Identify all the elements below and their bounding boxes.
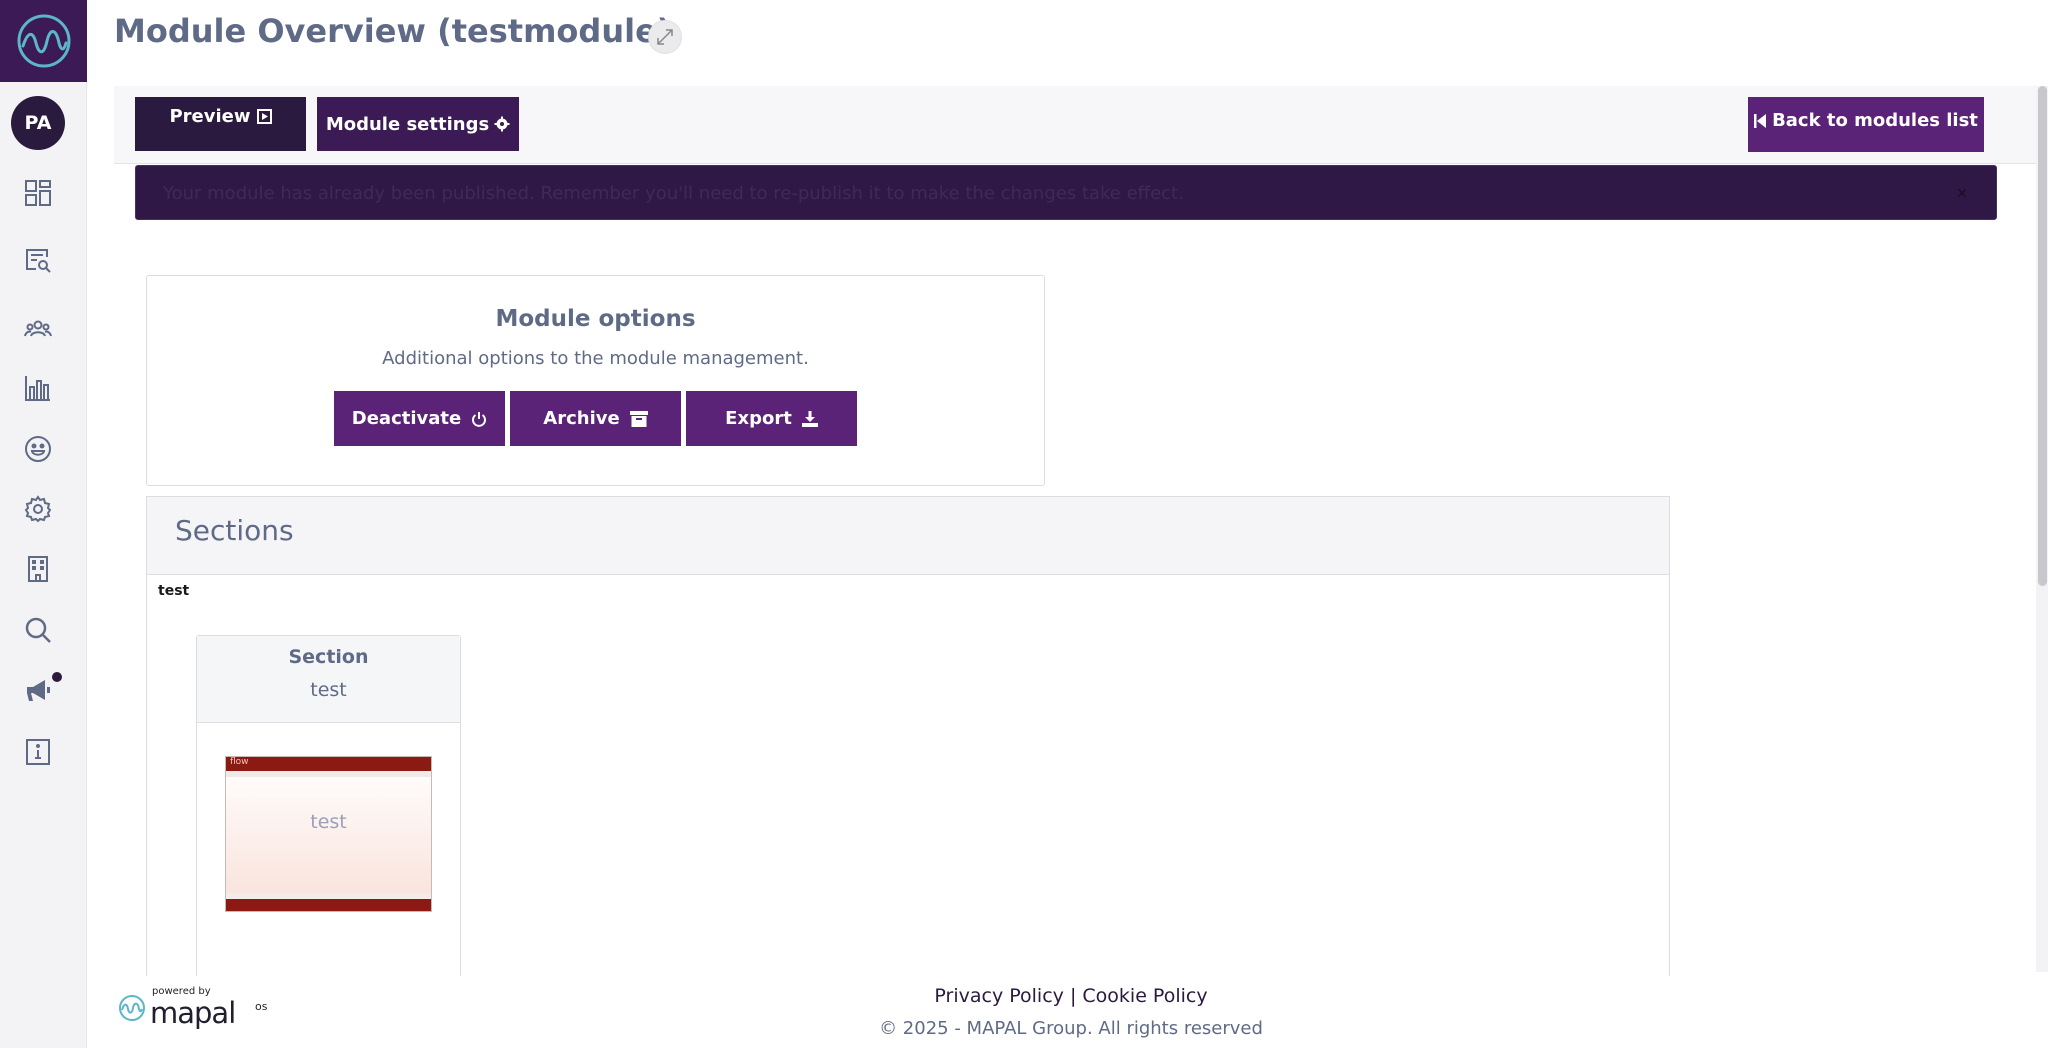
avatar[interactable]: PA xyxy=(11,96,65,150)
thumbnail-subbar xyxy=(226,771,431,777)
sections-panel: Sections test Section test flow test xyxy=(146,496,1670,976)
thumbnail-bottombar xyxy=(226,899,431,911)
copyright: © 2025 - MAPAL Group. All rights reserve… xyxy=(879,1018,1263,1039)
thumbnail-topbar: flow xyxy=(226,757,431,771)
gear-icon[interactable] xyxy=(22,493,54,525)
chart-icon[interactable] xyxy=(22,372,54,404)
dashboard-icon[interactable] xyxy=(22,177,54,209)
expand-icon[interactable] xyxy=(648,20,682,54)
footer-links: Privacy Policy | Cookie Policy xyxy=(0,985,2048,1007)
preview-button[interactable]: Preview xyxy=(135,97,306,151)
notice-text: Your module has already been published. … xyxy=(163,183,1184,204)
section-card[interactable]: Section test flow test xyxy=(196,635,461,976)
module-options-card: Module options Additional options to the… xyxy=(146,275,1045,486)
deactivate-label: Deactivate xyxy=(351,408,462,429)
notification-dot xyxy=(52,672,62,682)
privacy-policy-link[interactable]: Privacy Policy xyxy=(934,985,1063,1007)
footer-separator: | xyxy=(1069,985,1077,1007)
preview-button-label: Preview xyxy=(169,105,251,127)
smiley-icon[interactable] xyxy=(22,433,54,465)
archive-label: Archive xyxy=(543,408,620,429)
section-card-header: Section test xyxy=(197,636,460,723)
section-group-label: test xyxy=(158,583,190,599)
thumbnail-label: test xyxy=(310,811,347,833)
section-card-subtitle: test xyxy=(310,679,347,701)
sidebar: PA xyxy=(0,0,87,1048)
cookie-policy-link[interactable]: Cookie Policy xyxy=(1082,985,1207,1007)
published-notice: Your module has already been published. … xyxy=(135,165,1997,220)
section-thumbnail[interactable]: flow test xyxy=(225,756,432,912)
search-icon[interactable] xyxy=(22,614,54,646)
section-card-title: Section xyxy=(288,646,369,668)
app-logo[interactable] xyxy=(0,0,87,82)
mapal-logo-icon xyxy=(17,14,70,68)
power-icon xyxy=(472,411,487,427)
export-label: Export xyxy=(725,408,792,429)
megaphone-icon[interactable] xyxy=(22,675,54,707)
play-square-icon xyxy=(256,108,272,124)
module-options-subtitle: Additional options to the module managem… xyxy=(382,348,809,369)
scrollbar-thumb[interactable] xyxy=(2038,86,2047,586)
close-icon[interactable]: ✕ xyxy=(1956,186,1968,202)
search-document-icon[interactable] xyxy=(22,244,54,276)
info-icon[interactable] xyxy=(22,736,54,768)
sections-header: Sections xyxy=(147,497,1669,575)
back-to-modules-label: Back to modules list xyxy=(1772,110,1978,131)
page-title: Module Overview (testmodule) xyxy=(114,12,672,50)
thumbnail-brand: flow xyxy=(230,757,249,767)
sections-title: Sections xyxy=(175,514,294,547)
back-to-modules-button[interactable]: Back to modules list xyxy=(1748,97,1984,152)
archive-button[interactable]: Archive xyxy=(510,391,681,446)
deactivate-button[interactable]: Deactivate xyxy=(334,391,505,446)
export-button[interactable]: Export xyxy=(686,391,857,446)
archive-icon xyxy=(629,410,648,427)
users-icon[interactable] xyxy=(22,313,54,345)
module-options-title: Module options xyxy=(495,306,696,332)
module-settings-label: Module settings xyxy=(325,113,490,135)
cog-icon xyxy=(494,116,510,132)
module-settings-button[interactable]: Module settings xyxy=(317,97,519,151)
step-backward-icon xyxy=(1754,113,1767,128)
building-icon[interactable] xyxy=(22,553,54,585)
download-icon xyxy=(801,410,818,427)
